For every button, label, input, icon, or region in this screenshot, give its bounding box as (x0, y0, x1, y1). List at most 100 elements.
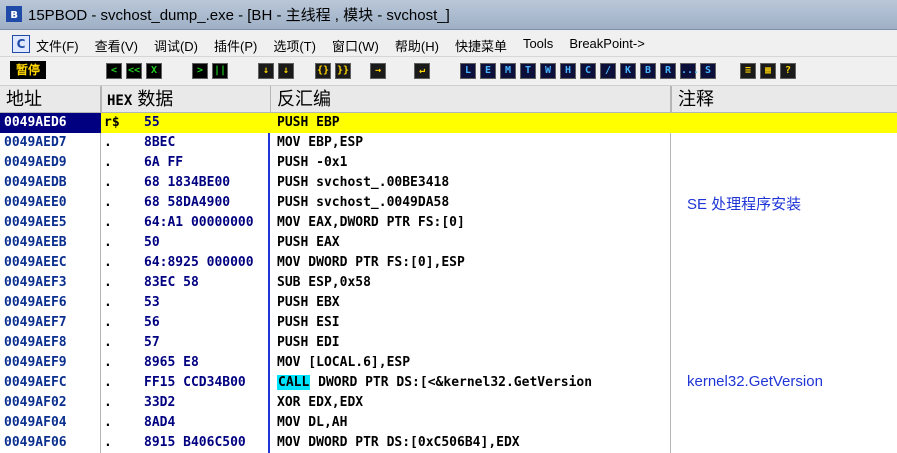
row-disasm: PUSH EDI (277, 335, 340, 350)
restart-icon[interactable]: < (106, 63, 122, 79)
disassembly-header: 地址 HEX 数据 反汇编 注释 (0, 86, 897, 113)
menu-tools[interactable]: Tools (523, 36, 553, 55)
executables-window-icon[interactable]: E (480, 63, 496, 79)
disasm-row[interactable]: 0049AEF9 . 8965 E8 MOV [LOCAL.6],ESP (0, 353, 897, 373)
menu-shortcuts[interactable]: 快捷菜单 (455, 36, 507, 55)
disasm-row[interactable]: 0049AEF6 . 53 PUSH EBX (0, 293, 897, 313)
menu-debug[interactable]: 调试(D) (154, 36, 198, 55)
row-hex: 64:8925 000000 (144, 255, 254, 270)
grid-icon[interactable]: ▦ (760, 63, 776, 79)
patches-window-icon[interactable]: / (600, 63, 616, 79)
row-hex: 68 1834BE00 (144, 175, 231, 190)
menu-plugins[interactable]: 插件(P) (214, 36, 257, 55)
rewind-icon[interactable]: << (126, 63, 142, 79)
row-marker: . (104, 235, 112, 250)
call-highlight: CALL (277, 375, 311, 390)
list-icon[interactable]: ≡ (740, 63, 756, 79)
row-comment (671, 393, 897, 413)
step-over-icon[interactable]: ↓ (278, 63, 294, 79)
menu-breakpoint[interactable]: BreakPoint-> (569, 36, 645, 55)
header-comment[interactable]: 注释 (671, 86, 714, 112)
disasm-row[interactable]: 0049AED7 . 8BEC MOV EBP,ESP (0, 133, 897, 153)
row-comment: kernel32.GetVersion (687, 373, 823, 390)
disasm-row[interactable]: 0049AF02 . 33D2 XOR EDX,EDX (0, 393, 897, 413)
row-comment (671, 153, 897, 173)
row-disasm: MOV DL,AH (277, 415, 348, 430)
row-comment (671, 353, 897, 373)
go-to-icon[interactable]: ↵ (414, 63, 430, 79)
row-address: 0049AEEB (4, 235, 67, 250)
disasm-row[interactable]: 0049AF04 . 8AD4 MOV DL,AH (0, 413, 897, 433)
source-window-icon[interactable]: S (700, 63, 716, 79)
row-address: 0049AEFC (4, 375, 67, 390)
trace-into-icon[interactable]: {} (315, 63, 331, 79)
disasm-row[interactable]: 0049AEFC . FF15 CCD34B00 CALL DWORD PTR … (0, 373, 897, 393)
disasm-row[interactable]: 0049AED9 . 6A FF PUSH -0x1 (0, 153, 897, 173)
cpu-window-icon[interactable]: C (12, 35, 30, 53)
breakpoints-window-icon[interactable]: B (640, 63, 656, 79)
row-marker: . (104, 295, 112, 310)
log-window-icon[interactable]: L (460, 63, 476, 79)
row-hex: 50 (144, 235, 160, 250)
references-window-icon[interactable]: R (660, 63, 676, 79)
cpu-window-button-icon[interactable]: C (580, 63, 596, 79)
run-trace-window-icon[interactable]: ... (680, 63, 699, 79)
close-icon[interactable]: X (146, 63, 162, 79)
row-comment (671, 253, 897, 273)
row-disasm: SUB ESP,0x58 (277, 275, 371, 290)
trace-over-icon[interactable]: }} (335, 63, 351, 79)
menu-options[interactable]: 选项(T) (273, 36, 316, 55)
row-marker: . (104, 375, 112, 390)
row-comment (671, 133, 897, 153)
disasm-row[interactable]: 0049AEE5 . 64:A1 00000000 MOV EAX,DWORD … (0, 213, 897, 233)
pause-icon[interactable]: || (212, 63, 228, 79)
row-disasm: XOR EDX,EDX (277, 395, 364, 410)
disasm-row[interactable]: 0049AEEB . 50 PUSH EAX (0, 233, 897, 253)
header-disassembly[interactable]: 反汇编 (270, 86, 331, 112)
row-disasm: CALL DWORD PTR DS:[<&kernel32.GetVersion (277, 375, 593, 390)
disasm-row[interactable]: 0049AEDB . 68 1834BE00 PUSH svchost_.00B… (0, 173, 897, 193)
row-comment (671, 293, 897, 313)
row-hex: 6A FF (144, 155, 184, 170)
row-hex: 68 58DA4900 (144, 195, 231, 210)
row-address: 0049AED9 (4, 155, 67, 170)
row-hex: 8BEC (144, 135, 176, 150)
row-disasm: PUSH svchost_.00BE3418 (277, 175, 450, 190)
execute-till-return-icon[interactable]: → (370, 63, 386, 79)
disasm-row[interactable]: 0049AF06 . 8915 B406C500 MOV DWORD PTR D… (0, 433, 897, 453)
help-icon[interactable]: ? (780, 63, 796, 79)
menu-view[interactable]: 查看(V) (95, 36, 138, 55)
row-marker: . (104, 415, 112, 430)
threads-window-icon[interactable]: T (520, 63, 536, 79)
step-into-icon[interactable]: ↓ (258, 63, 274, 79)
row-marker: . (104, 155, 112, 170)
row-hex: 55 (144, 115, 160, 130)
disasm-row[interactable]: 0049AEEC . 64:8925 000000 MOV DWORD PTR … (0, 253, 897, 273)
row-hex: 53 (144, 295, 160, 310)
menu-file[interactable]: 文件(F) (36, 36, 79, 55)
header-data-label: 数据 (137, 89, 174, 109)
windows-window-icon[interactable]: W (540, 63, 556, 79)
header-hex-data[interactable]: HEX 数据 (101, 86, 173, 112)
memory-window-icon[interactable]: M (500, 63, 516, 79)
handles-window-icon[interactable]: H (560, 63, 576, 79)
disasm-row[interactable]: 0049AED6 r$ 55 PUSH EBP (0, 113, 897, 133)
row-address: 0049AEE0 (4, 195, 67, 210)
row-address: 0049AEF7 (4, 315, 67, 330)
disasm-row[interactable]: 0049AEF3 . 83EC 58 SUB ESP,0x58 (0, 273, 897, 293)
row-disasm: MOV EBP,ESP (277, 135, 364, 150)
menu-help[interactable]: 帮助(H) (395, 36, 439, 55)
call-stack-window-icon[interactable]: K (620, 63, 636, 79)
menu-window[interactable]: 窗口(W) (332, 36, 379, 55)
header-address[interactable]: 地址 (6, 86, 42, 112)
row-address: 0049AEF8 (4, 335, 67, 350)
run-icon[interactable]: > (192, 63, 208, 79)
app-icon: в (6, 6, 22, 22)
disasm-row[interactable]: 0049AEE0 . 68 58DA4900 PUSH svchost_.004… (0, 193, 897, 213)
row-comment (671, 233, 897, 253)
row-hex: FF15 CCD34B00 (144, 375, 246, 390)
disasm-row[interactable]: 0049AEF8 . 57 PUSH EDI (0, 333, 897, 353)
row-marker: . (104, 215, 112, 230)
row-address: 0049AEE5 (4, 215, 67, 230)
disasm-row[interactable]: 0049AEF7 . 56 PUSH ESI (0, 313, 897, 333)
